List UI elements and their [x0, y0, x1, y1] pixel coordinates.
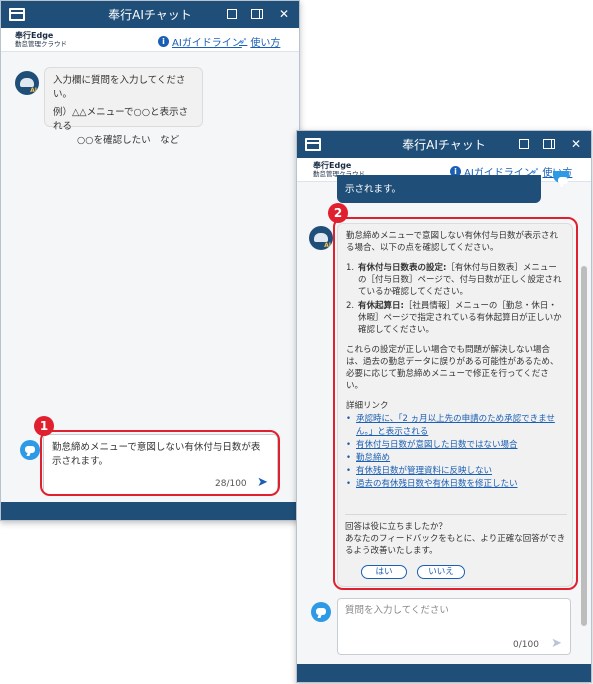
guideline-link-label: AIガイドライン	[172, 38, 242, 49]
popout-icon[interactable]	[519, 139, 529, 149]
step-badge-1: 1	[34, 416, 54, 436]
user-message: 示されます。	[337, 175, 541, 203]
guideline-link[interactable]: i AIガイドライン	[158, 34, 242, 49]
input-placeholder: 質問を入力してください	[345, 605, 449, 616]
howto-link-label: 使い方	[250, 38, 281, 49]
user-chat-icon	[553, 171, 569, 184]
char-counter: 0/100	[513, 640, 539, 650]
window-icon	[305, 138, 321, 151]
sidepanel-icon[interactable]	[251, 9, 263, 19]
help-icon: ➶	[239, 36, 248, 47]
howto-link[interactable]: ➶ 使い方	[239, 34, 280, 49]
footer-bar	[1, 502, 299, 520]
step-badge-2: 2	[328, 203, 348, 223]
send-icon[interactable]: ➤	[551, 636, 562, 651]
info-icon: i	[158, 36, 169, 47]
popout-icon[interactable]	[227, 9, 237, 19]
sidepanel-icon[interactable]	[543, 139, 555, 149]
footer-bar	[297, 664, 591, 682]
bot-intro-text: 入力欄に質問を入力してください。	[53, 75, 186, 100]
title-bar: 奉行AIチャット ✕	[1, 1, 299, 28]
highlight-box-1	[40, 430, 280, 496]
logo-line2: 勤怠管理クラウド	[15, 40, 67, 48]
user-message-text: 示されます。	[345, 184, 402, 195]
user-chat-icon	[311, 602, 331, 622]
bot-example-text-2: ○○を確認したい など	[77, 135, 180, 146]
scrollbar[interactable]	[581, 266, 587, 626]
user-chat-icon	[20, 440, 40, 460]
close-icon[interactable]: ✕	[277, 7, 291, 21]
header-bar: 奉行Edge 勤怠管理クラウド i AIガイドライン ➶ 使い方	[1, 28, 299, 52]
bot-example-text: 例）△△メニューで○○と表示される	[53, 107, 189, 132]
highlight-box-2	[333, 217, 578, 590]
logo-line1: 奉行Edge	[313, 161, 352, 170]
ai-avatar-icon	[15, 71, 39, 95]
close-icon[interactable]: ✕	[569, 137, 583, 151]
bot-message: 入力欄に質問を入力してください。 例）△△メニューで○○と表示される ○○を確認…	[44, 67, 203, 146]
title-bar: 奉行AIチャット ✕	[297, 131, 591, 158]
logo-line1: 奉行Edge	[15, 31, 54, 40]
window-icon	[9, 8, 25, 21]
product-logo: 奉行Edge 勤怠管理クラウド	[15, 31, 67, 49]
ai-avatar-icon	[309, 226, 333, 250]
